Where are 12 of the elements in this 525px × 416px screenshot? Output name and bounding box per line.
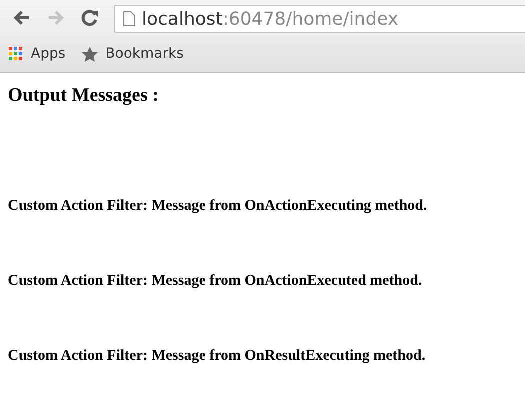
bookmark-item[interactable]: Bookmarks <box>82 46 184 62</box>
address-bar[interactable]: localhost:60478/home/index <box>114 5 525 33</box>
page-heading: Output Messages : <box>8 85 160 107</box>
page-icon <box>123 11 136 27</box>
star-icon <box>82 46 98 62</box>
output-message: Custom Action Filter: Message from OnActionExecuting method. <box>8 198 428 215</box>
apps-grid-icon <box>9 47 23 61</box>
output-message: Custom Action Filter: Message from OnActionExecuted method. <box>8 273 422 290</box>
back-button[interactable] <box>12 8 32 28</box>
bookmark-item[interactable]: Apps <box>9 46 66 62</box>
reload-icon[interactable] <box>80 8 100 28</box>
output-message: Custom Action Filter: Message from OnResultExecuting method. <box>8 348 426 365</box>
